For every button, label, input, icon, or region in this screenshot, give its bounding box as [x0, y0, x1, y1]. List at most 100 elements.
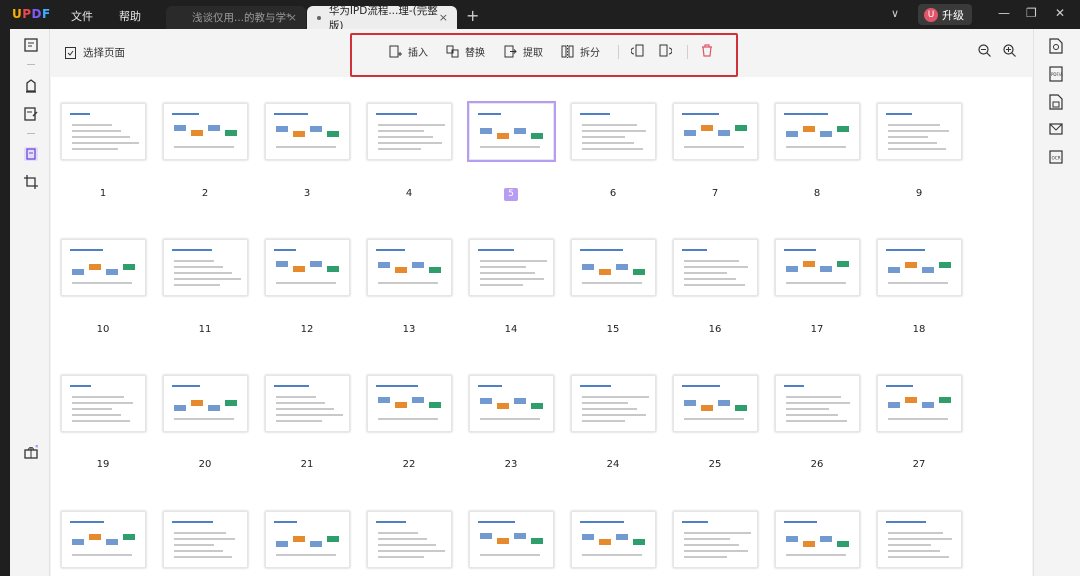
upgrade-button[interactable]: U 升级: [918, 4, 972, 25]
page-thumbnail[interactable]: [467, 101, 556, 162]
minimize-button[interactable]: —: [998, 6, 1010, 20]
replace-label: 替换: [465, 48, 485, 59]
maximize-button[interactable]: ❐: [1026, 6, 1037, 20]
page-thumbnail[interactable]: [61, 511, 146, 568]
tab-close-icon[interactable]: ×: [288, 11, 297, 24]
select-pages-button[interactable]: 选择页面: [65, 45, 125, 60]
thumb-diagram-block: [327, 536, 339, 542]
thumb-text-line: [174, 266, 223, 268]
thumb-diagram-block: [718, 130, 730, 136]
page-thumbnail[interactable]: [571, 239, 656, 296]
protect-icon[interactable]: [1049, 94, 1063, 110]
page-thumbnail[interactable]: [367, 375, 452, 432]
tab-document-2[interactable]: 华为IPD流程...理-(完整版) ×: [307, 5, 457, 32]
page-thumbnail[interactable]: [775, 375, 860, 432]
thumb-text-line: [174, 556, 232, 558]
comment-icon[interactable]: [24, 79, 38, 93]
page-thumbnail[interactable]: [571, 511, 656, 568]
page-thumbnail[interactable]: [265, 103, 350, 160]
extract-button[interactable]: 提取: [504, 44, 543, 59]
page-thumbnail[interactable]: [265, 511, 350, 568]
page-number: 14: [504, 324, 518, 335]
page-thumbnail[interactable]: [61, 375, 146, 432]
page-thumbnail[interactable]: [265, 239, 350, 296]
page-thumbnail[interactable]: [775, 511, 860, 568]
page-number: 12: [300, 324, 314, 335]
page-thumbnail[interactable]: [163, 511, 248, 568]
page-thumbnail[interactable]: [571, 375, 656, 432]
edit-pdf-icon[interactable]: [24, 107, 38, 121]
thumb-text-line: [786, 554, 846, 556]
reader-icon[interactable]: [24, 38, 38, 52]
page-number: 8: [813, 188, 821, 199]
page-thumbnail[interactable]: [673, 239, 758, 296]
chevron-down-icon[interactable]: ∨: [891, 7, 899, 20]
insert-button[interactable]: 插入: [389, 44, 428, 59]
page-thumbnail[interactable]: [163, 239, 248, 296]
tab-document-1[interactable]: 浅谈仅用...的教与学* ×: [166, 6, 306, 29]
page-thumbnail[interactable]: [469, 511, 554, 568]
menu-file[interactable]: 文件: [71, 8, 93, 24]
pdfa-icon[interactable]: PDF/A: [1049, 66, 1063, 82]
thumb-text-line: [72, 402, 133, 404]
page-thumbnail[interactable]: [469, 239, 554, 296]
zoom-in-icon[interactable]: [1003, 44, 1016, 57]
page-thumbnail[interactable]: [673, 511, 758, 568]
thumb-diagram-block: [395, 267, 407, 273]
replace-button[interactable]: 替换: [446, 44, 485, 59]
thumb-diagram-block: [905, 262, 917, 268]
page-thumbnail[interactable]: [877, 103, 962, 160]
split-button[interactable]: 拆分: [561, 44, 600, 59]
page-thumbnail[interactable]: [877, 375, 962, 432]
page-thumbnail[interactable]: [673, 375, 758, 432]
menu-help[interactable]: 帮助: [119, 8, 141, 24]
page-thumbnail[interactable]: [163, 103, 248, 160]
page-thumbnail[interactable]: [367, 103, 452, 160]
ocr-icon[interactable]: OCR: [1049, 149, 1063, 165]
thumb-diagram-block: [480, 128, 492, 134]
organize-pages-icon[interactable]: [24, 147, 38, 161]
thumb-text-line: [888, 130, 949, 132]
thumb-text-line: [786, 402, 850, 404]
thumb-diagram-block: [378, 262, 390, 268]
page-thumbnail[interactable]: [673, 103, 758, 160]
page-number-selected: 5: [504, 188, 518, 201]
thumb-text-line: [684, 284, 745, 286]
page-thumbnail[interactable]: [61, 239, 146, 296]
thumb-diagram-block: [786, 131, 798, 137]
thumb-heading: [376, 521, 406, 523]
page-number: 19: [96, 459, 110, 470]
rotate-left-icon[interactable]: [631, 44, 644, 57]
thumb-heading: [580, 249, 623, 251]
gift-icon[interactable]: [24, 445, 38, 459]
page-thumbnail[interactable]: [775, 103, 860, 160]
rotate-right-icon[interactable]: [659, 44, 672, 57]
page-thumbnail[interactable]: [265, 375, 350, 432]
delete-icon[interactable]: [701, 44, 713, 57]
thumb-diagram-block: [174, 125, 186, 131]
thumb-heading: [172, 113, 199, 115]
page-thumbnail[interactable]: [469, 375, 554, 432]
page-number: 16: [708, 324, 722, 335]
page-thumbnail[interactable]: [571, 103, 656, 160]
close-window-button[interactable]: ✕: [1055, 6, 1065, 20]
page-thumbnail[interactable]: [877, 239, 962, 296]
tab-close-icon[interactable]: ×: [439, 11, 448, 24]
thumb-heading: [682, 249, 707, 251]
page-thumbnail[interactable]: [367, 239, 452, 296]
page-thumbnail[interactable]: [61, 103, 146, 160]
mail-icon[interactable]: [1049, 121, 1063, 137]
thumb-diagram-block: [497, 133, 509, 139]
new-tab-button[interactable]: +: [466, 6, 479, 25]
page-thumbnail[interactable]: [877, 511, 962, 568]
thumb-text-line: [684, 418, 744, 420]
page-thumbnail[interactable]: [367, 511, 452, 568]
page-thumbnail[interactable]: [163, 375, 248, 432]
thumb-diagram-block: [803, 541, 815, 547]
page-thumbnail[interactable]: [775, 239, 860, 296]
convert-icon[interactable]: [1049, 38, 1063, 54]
thumb-heading: [274, 249, 296, 251]
avatar: U: [924, 7, 938, 22]
crop-icon[interactable]: [24, 175, 38, 189]
zoom-out-icon[interactable]: [978, 44, 991, 57]
